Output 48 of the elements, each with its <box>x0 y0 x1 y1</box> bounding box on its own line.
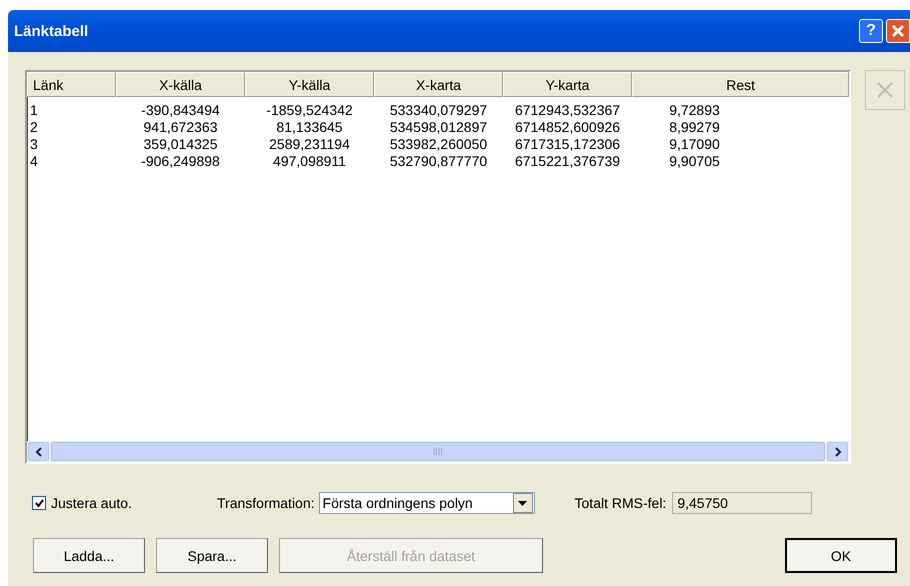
column-header[interactable]: X-karta <box>374 72 503 97</box>
table-cell-text: 9,17090 <box>668 136 721 153</box>
table-cell-text: 9,90705 <box>668 153 721 170</box>
dialog-button[interactable]: Ladda... <box>33 538 145 573</box>
table-cell-text: 6712943,532367 <box>514 102 622 119</box>
table-cell-text: -390,843494 <box>140 102 221 119</box>
table-cell-text: 359,014325 <box>142 136 218 153</box>
table-cell-text: 81,133645 <box>275 119 344 136</box>
table-cell-text: 6715221,376739 <box>514 153 622 170</box>
table-cell-text: 9,72893 <box>668 102 721 119</box>
table-cell-text: 534598,012897 <box>388 119 488 136</box>
close-button[interactable] <box>886 19 910 43</box>
horizontal-scrollbar[interactable] <box>27 441 850 462</box>
grip-icon <box>433 448 444 455</box>
rms-label: Totalt RMS-fel: <box>574 495 666 511</box>
table-cell-text: 3 <box>29 136 39 153</box>
column-header[interactable]: Y-källa <box>245 72 374 97</box>
table-cell-text: 4 <box>29 153 39 170</box>
table-cell-text: 533982,260050 <box>388 136 488 153</box>
checkbox-label: Justera auto. <box>51 495 132 511</box>
table-cell-text: 6717315,172306 <box>514 136 622 153</box>
table-cell-text: -1859,524342 <box>265 102 354 119</box>
table-cell-text: 8,99279 <box>668 119 721 136</box>
column-header[interactable]: X-källa <box>116 72 245 97</box>
checkbox[interactable] <box>32 496 46 510</box>
close-icon <box>891 24 905 38</box>
table-cell-text: 2589,231194 <box>268 136 351 153</box>
table-cell-text: 2 <box>29 119 39 136</box>
dropdown-arrow-icon <box>518 500 528 506</box>
table-cell-text: 533340,079297 <box>388 102 488 119</box>
column-header[interactable]: Länk <box>27 72 116 97</box>
table-cell-text: -906,249898 <box>140 153 221 170</box>
column-header[interactable]: Rest <box>632 72 850 97</box>
column-header[interactable]: Y-karta <box>503 72 632 97</box>
table-cell-text: 497,098911 <box>272 153 347 170</box>
rms-field: 9,45750 <box>672 492 812 514</box>
table-cell-text: 6714852,600926 <box>514 119 622 136</box>
table-cell-text: 532790,877770 <box>388 153 488 170</box>
dialog-button[interactable]: Spara... <box>156 538 268 573</box>
table-cell-text: 1 <box>29 102 39 119</box>
cross-icon <box>875 80 896 100</box>
transformation-label: Transformation: <box>217 495 315 511</box>
check-icon <box>34 498 44 508</box>
dialog-button[interactable]: OK <box>785 538 897 573</box>
transformation-dropdown[interactable]: Första ordningens polyn <box>318 492 535 514</box>
window-title: Länktabell <box>13 22 88 40</box>
help-button[interactable]: ? <box>859 19 883 43</box>
table-cell-text: 941,672363 <box>142 119 218 136</box>
